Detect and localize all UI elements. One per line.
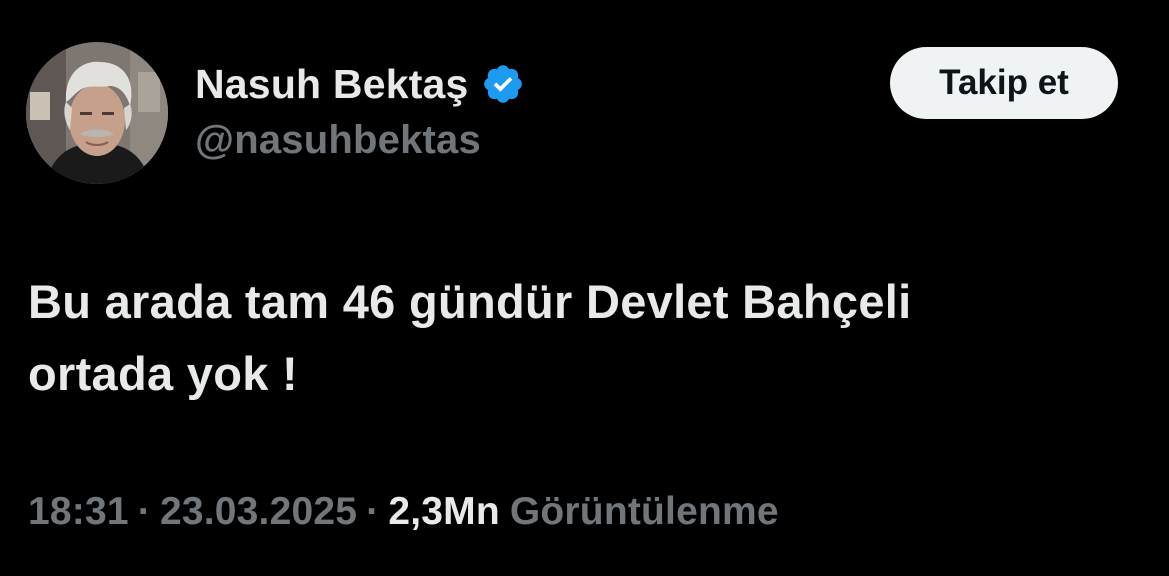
verified-badge-icon[interactable] — [481, 62, 525, 106]
tweet-meta: 18:31 · 23.03.2025 · 2,3Mn Görüntülenme — [28, 486, 779, 538]
tweet-text-line-1: Bu arada tam 46 gündür Devlet Bahçeli — [28, 275, 912, 328]
author-name-row: Nasuh Bektaş — [195, 58, 525, 110]
tweet-text-line-2: ortada yok ! — [28, 347, 298, 400]
tweet-date[interactable]: 23.03.2025 — [160, 490, 357, 534]
avatar-photo — [26, 42, 168, 184]
avatar[interactable] — [26, 42, 168, 184]
tweet-time[interactable]: 18:31 — [28, 490, 129, 534]
follow-button[interactable]: Takip et — [890, 47, 1118, 119]
tweet-text: Bu arada tam 46 gündür Devlet Bahçeli or… — [28, 266, 1138, 410]
meta-separator: · — [137, 490, 151, 533]
tweet-card: Nasuh Bektaş @nasuhbektas Takip et Bu ar… — [0, 0, 1169, 576]
author-handle[interactable]: @nasuhbektas — [195, 118, 481, 163]
author-display-name[interactable]: Nasuh Bektaş — [195, 61, 469, 108]
views-label: Görüntülenme — [509, 490, 779, 533]
meta-separator: · — [366, 490, 380, 533]
views-count[interactable]: 2,3Mn — [388, 490, 500, 534]
